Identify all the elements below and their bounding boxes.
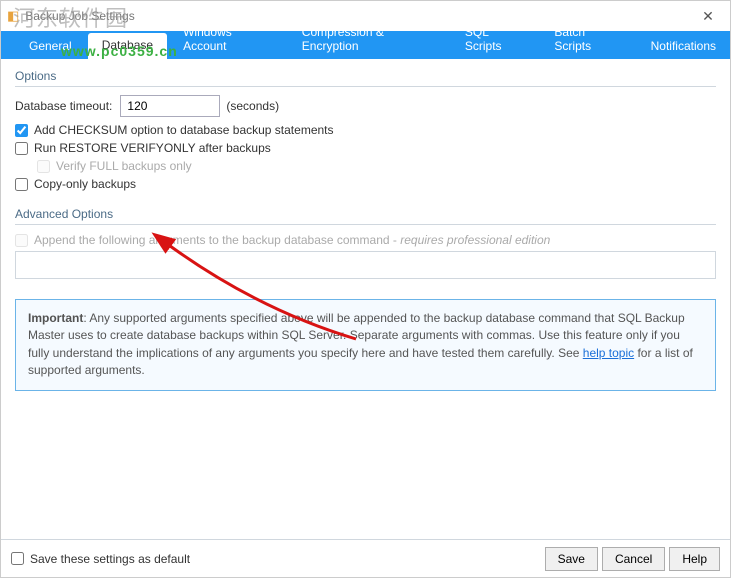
checksum-checkbox[interactable]: [15, 124, 28, 137]
copy-only-row[interactable]: Copy-only backups: [15, 177, 716, 191]
append-args-textbox: [15, 251, 716, 279]
close-icon: ✕: [702, 8, 714, 25]
save-default-checkbox[interactable]: [11, 552, 24, 565]
help-topic-link[interactable]: help topic: [583, 346, 634, 360]
group-label-advanced: Advanced Options: [15, 207, 716, 224]
restore-verify-checkbox[interactable]: [15, 142, 28, 155]
window-title: Backup Job Settings: [25, 9, 134, 23]
verify-full-checkbox: [37, 160, 50, 173]
restore-verify-row[interactable]: Run RESTORE VERIFYONLY after backups: [15, 141, 716, 155]
checksum-label: Add CHECKSUM option to database backup s…: [34, 123, 334, 137]
app-icon: ◧: [7, 8, 19, 24]
timeout-label: Database timeout:: [15, 99, 112, 113]
save-default-row[interactable]: Save these settings as default: [11, 552, 190, 566]
important-note-box: Important: Any supported arguments speci…: [15, 299, 716, 391]
important-bold: Important: [28, 311, 83, 325]
copy-only-label: Copy-only backups: [34, 177, 136, 191]
help-button[interactable]: Help: [669, 547, 720, 571]
append-args-row: Append the following arguments to the ba…: [15, 233, 716, 247]
save-button[interactable]: Save: [545, 547, 598, 571]
group-label-options: Options: [15, 69, 716, 86]
verify-full-row: Verify FULL backups only: [37, 159, 716, 173]
divider: [15, 86, 716, 87]
cancel-button[interactable]: Cancel: [602, 547, 665, 571]
content-area: Options Database timeout: (seconds) Add …: [1, 59, 730, 391]
save-default-label: Save these settings as default: [30, 552, 190, 566]
verify-full-label: Verify FULL backups only: [56, 159, 192, 173]
close-button[interactable]: ✕: [686, 1, 730, 31]
watermark-text-2: www.pc0359.cn: [61, 43, 178, 59]
checksum-checkbox-row[interactable]: Add CHECKSUM option to database backup s…: [15, 123, 716, 137]
timeout-input[interactable]: [120, 95, 220, 117]
tab-notifications[interactable]: Notifications: [637, 33, 730, 59]
footer-bar: Save these settings as default Save Canc…: [1, 539, 730, 577]
append-args-checkbox: [15, 234, 28, 247]
append-args-label: Append the following arguments to the ba…: [34, 233, 550, 247]
titlebar: ◧ Backup Job Settings ✕: [1, 1, 730, 31]
timeout-suffix: (seconds): [226, 99, 279, 113]
divider-advanced: [15, 224, 716, 225]
copy-only-checkbox[interactable]: [15, 178, 28, 191]
restore-verify-label: Run RESTORE VERIFYONLY after backups: [34, 141, 271, 155]
